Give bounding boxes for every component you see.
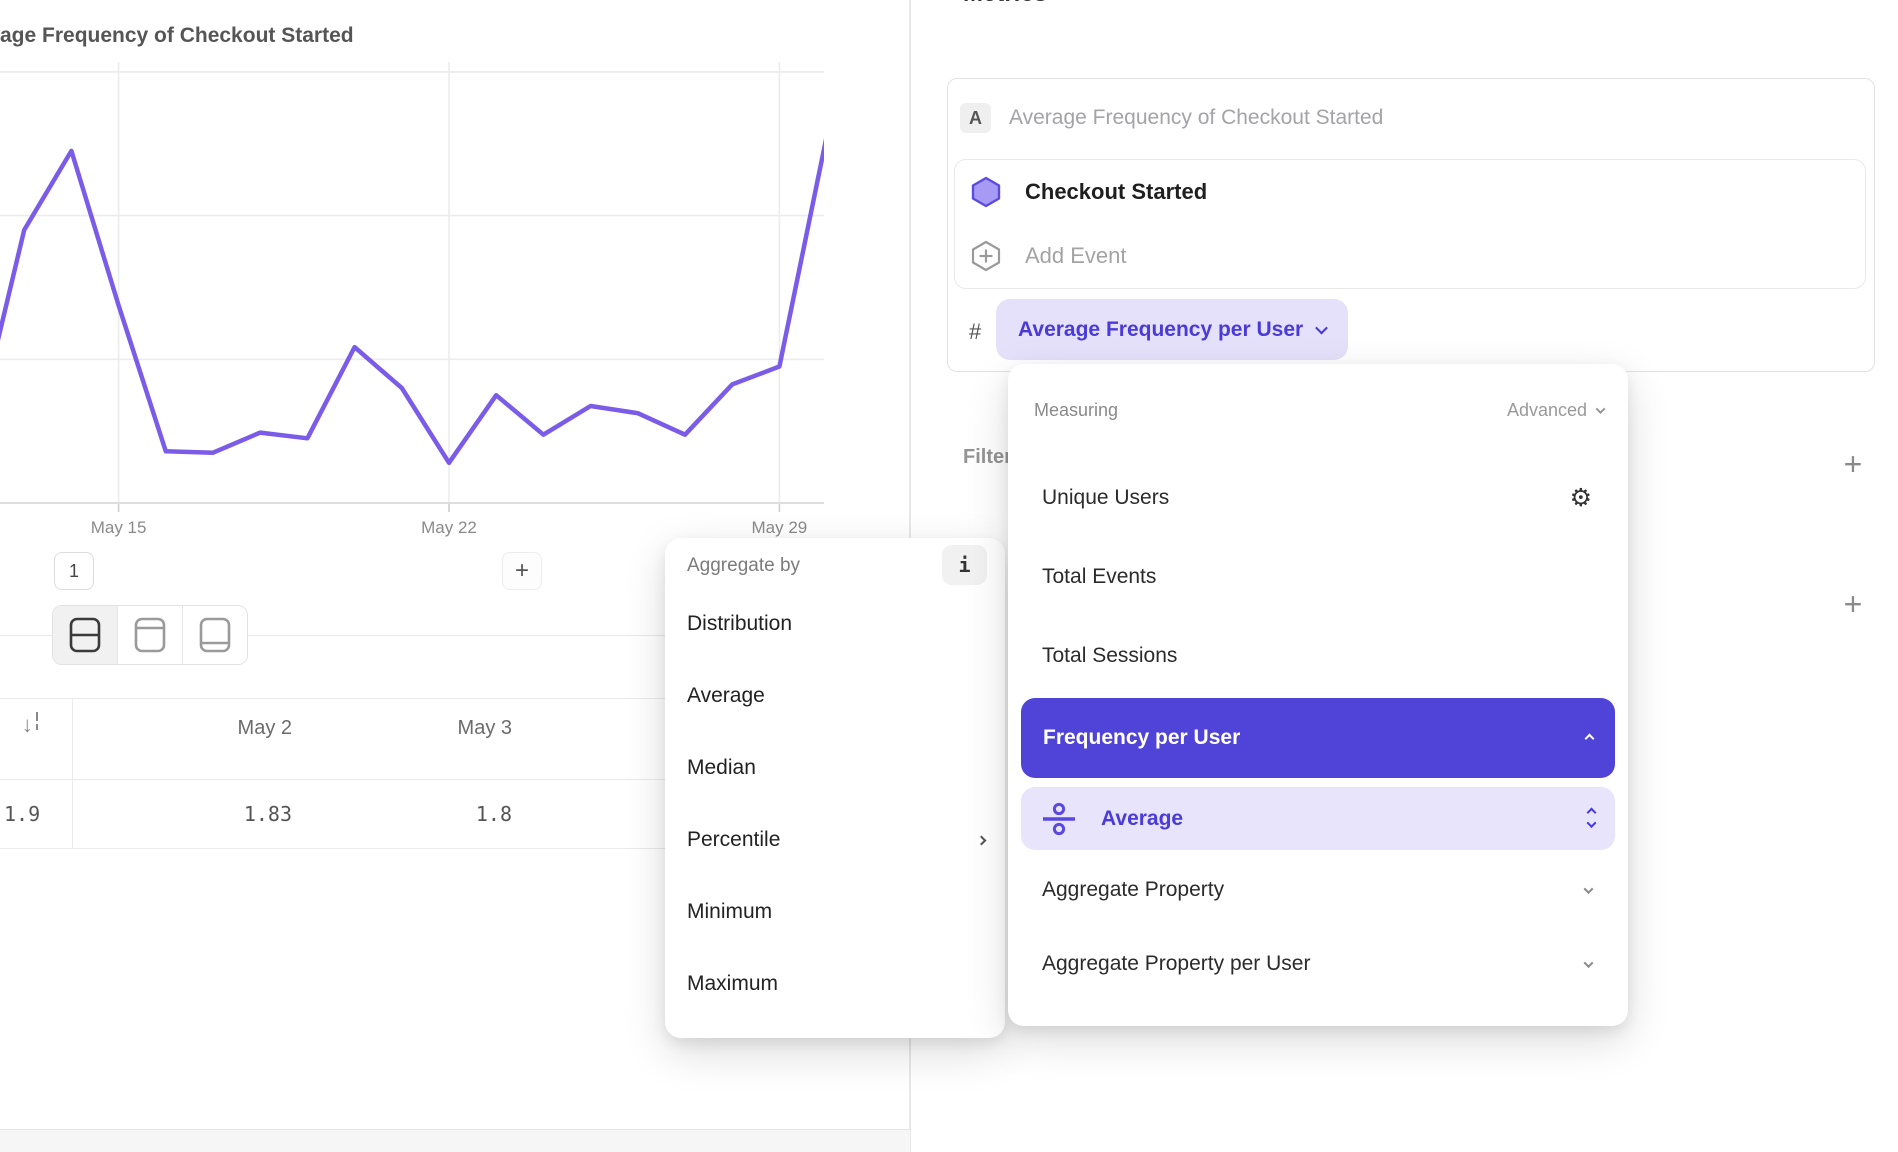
svg-text:May 15: May 15 [91,518,147,537]
metric-name-input[interactable]: Average Frequency of Checkout Started [1009,106,1383,130]
chevron-up-icon [1585,733,1595,743]
pagination-chip[interactable]: 1 [54,552,94,590]
average-divide-icon [1041,802,1077,836]
advanced-toggle[interactable]: Advanced [1507,400,1604,421]
numeric-type-icon: # [969,319,981,345]
layout-bottom-panel-button[interactable] [183,606,247,664]
add-event-hexagon-icon [971,240,1001,272]
table-header-may2[interactable]: May 2 [92,717,292,745]
gear-icon[interactable]: ⚙︎ [1570,483,1592,512]
table-cell-truncated: 1.9 [4,802,40,826]
sort-icon[interactable]: ↓ [0,712,60,738]
split-rows-icon [69,617,101,653]
menu-item-minimum[interactable]: Minimum [687,876,985,948]
chevron-down-icon [1584,958,1594,968]
svg-text:May 29: May 29 [752,518,808,537]
measuring-label: Measuring [1034,400,1118,421]
menu-item-unique-users[interactable]: Unique Users ⚙︎ [1032,458,1604,537]
add-breakdown-button[interactable]: + [1835,586,1871,622]
chevron-down-icon [1315,322,1328,335]
menu-subitem-average[interactable]: Average [1021,787,1615,850]
add-filter-button[interactable]: + [1835,446,1871,482]
layout-top-panel-button[interactable] [118,606,183,664]
add-event-label: Add Event [1025,243,1127,269]
add-event-button[interactable]: Add Event [969,224,1851,288]
menu-item-percentile[interactable]: Percentile [687,804,985,876]
chevron-right-icon [977,835,987,845]
layout-split-rows-button[interactable] [53,606,118,664]
insights-report-page: May 15 May 22 May 29 age Frequency of Chec… [0,0,1898,1152]
menu-item-median[interactable]: Median [687,732,985,804]
bottom-panel-icon [199,617,231,653]
menu-item-aggregate-property-per-user[interactable]: Aggregate Property per User [1032,928,1604,1000]
measurement-dropdown[interactable]: Average Frequency per User [996,299,1348,360]
event-name: Checkout Started [1025,179,1207,205]
table-cell-may2: 1.83 [92,802,292,830]
metrics-section-title: Metrics [963,0,1047,8]
event-row-checkout-started[interactable]: Checkout Started [969,160,1851,224]
filter-section-title: Filter [963,446,1012,469]
menu-item-total-sessions[interactable]: Total Sessions [1032,616,1604,695]
menu-item-aggregate-property[interactable]: Aggregate Property [1032,854,1604,926]
menu-item-average[interactable]: Average [687,660,985,732]
info-icon[interactable]: i [942,545,987,585]
swap-chevrons-icon [1588,809,1595,828]
plus-icon: + [515,559,529,583]
table-cell-may3: 1.8 [312,802,512,830]
chart-title: age Frequency of Checkout Started [0,24,354,48]
chevron-down-icon [1584,884,1594,894]
bottom-strip [0,1129,910,1152]
svg-text:May 22: May 22 [421,518,477,537]
table-header-may3[interactable]: May 3 [312,717,512,745]
menu-item-maximum[interactable]: Maximum [687,948,985,1020]
plus-icon: + [1844,448,1863,480]
menu-item-total-events[interactable]: Total Events [1032,537,1604,616]
measuring-dropdown-panel: Measuring Advanced Unique Users ⚙︎ Total… [1008,364,1628,1026]
layout-toggle-group [52,605,248,665]
aggregate-by-label: Aggregate by [687,555,800,577]
table-column-divider [72,698,73,848]
menu-item-distribution[interactable]: Distribution [687,588,985,660]
plus-icon: + [1844,588,1863,620]
top-panel-icon [134,617,166,653]
aggregate-by-dropdown-panel: Aggregate by i Distribution Average Medi… [665,538,1005,1038]
event-list-box: Checkout Started Add Event [954,159,1866,289]
frequency-line-chart[interactable]: May 15 May 22 May 29 [0,0,910,545]
event-hexagon-icon [971,176,1001,208]
add-metric-button[interactable]: + [502,552,542,590]
chevron-down-icon [1596,404,1606,414]
metric-letter-badge: A [960,103,991,133]
menu-item-frequency-per-user-selected[interactable]: Frequency per User [1021,698,1615,778]
